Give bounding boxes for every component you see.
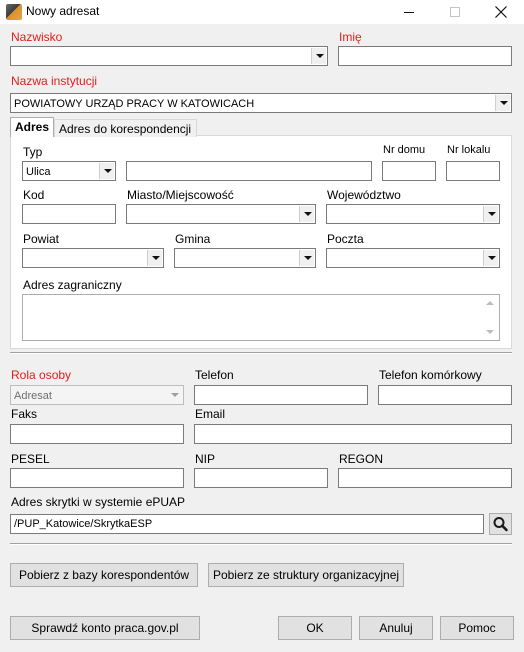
chevron-down-icon[interactable] — [99, 163, 114, 179]
pobierz-ze-struktury-button[interactable]: Pobierz ze struktury organizacyjnej — [208, 563, 404, 587]
typ-label: Typ — [23, 145, 43, 159]
telefon-komorkowy-label: Telefon komórkowy — [379, 368, 482, 382]
kod-label: Kod — [23, 188, 45, 202]
nr-domu-label: Nr domu — [383, 144, 426, 156]
maximize-icon — [450, 7, 460, 17]
powiat-combo[interactable] — [22, 248, 164, 268]
sprawdz-konto-button[interactable]: Sprawdź konto praca.gov.pl — [10, 616, 200, 640]
minimize-icon — [404, 12, 414, 13]
nip-input[interactable] — [194, 468, 328, 488]
faks-input[interactable] — [10, 424, 184, 444]
adres-zagraniczny-label: Adres zagraniczny — [23, 278, 122, 292]
tab-adres-do-korespondencji[interactable]: Adres do korespondencji — [54, 119, 197, 137]
scroll-up-icon[interactable] — [486, 301, 494, 305]
regon-label: REGON — [339, 452, 384, 466]
maximize-button[interactable] — [432, 0, 478, 24]
email-input[interactable] — [194, 424, 512, 444]
nazwisko-combo[interactable] — [10, 46, 328, 66]
adres-zagraniczny-textarea[interactable] — [22, 294, 500, 341]
close-icon — [495, 6, 507, 18]
nr-lokalu-input[interactable] — [446, 161, 500, 181]
separator — [10, 352, 512, 354]
wojewodztwo-label: Województwo — [327, 188, 401, 202]
typ-value: Ulica — [26, 166, 51, 178]
window-title: Nowy adresat — [26, 4, 100, 18]
nazwa-instytucji-value: POWIATOWY URZĄD PRACY W KATOWICACH — [14, 98, 255, 110]
poczta-label: Poczta — [327, 232, 364, 246]
app-icon — [6, 4, 22, 20]
rola-osoby-label: Rola osoby — [11, 368, 72, 382]
search-button[interactable] — [489, 513, 512, 535]
telefon-input[interactable] — [194, 385, 368, 405]
nazwisko-label: Nazwisko — [11, 30, 63, 44]
telefon-label: Telefon — [195, 368, 234, 382]
gmina-combo[interactable] — [174, 248, 316, 268]
minimize-button[interactable] — [386, 0, 432, 24]
pesel-input[interactable] — [10, 468, 184, 488]
faks-label: Faks — [11, 407, 38, 421]
chevron-down-icon[interactable] — [495, 95, 510, 111]
chevron-down-icon[interactable] — [483, 250, 498, 266]
imie-input[interactable] — [338, 46, 512, 66]
email-label: Email — [195, 407, 226, 421]
miasto-label: Miasto/Miejscowość — [127, 188, 234, 202]
typ-combo[interactable]: Ulica — [22, 161, 116, 181]
nip-label: NIP — [195, 452, 216, 466]
pomoc-button[interactable]: Pomoc — [440, 616, 514, 640]
pobierz-z-bazy-button[interactable]: Pobierz z bazy korespondentów — [10, 563, 198, 587]
chevron-down-icon[interactable] — [311, 48, 326, 64]
textarea-scrollbar[interactable] — [482, 296, 498, 339]
regon-input[interactable] — [338, 468, 512, 488]
separator — [10, 543, 512, 545]
search-icon — [493, 517, 508, 532]
poczta-combo[interactable] — [326, 248, 500, 268]
nr-lokalu-label: Nr lokalu — [447, 144, 491, 156]
wojewodztwo-combo[interactable] — [326, 204, 500, 224]
chevron-down-icon[interactable] — [299, 250, 314, 266]
rola-osoby-value: Adresat — [14, 390, 52, 402]
imie-label: Imię — [339, 30, 362, 44]
rola-osoby-combo: Adresat — [10, 385, 184, 405]
kod-input[interactable] — [22, 204, 116, 224]
nazwa-instytucji-combo[interactable]: POWIATOWY URZĄD PRACY W KATOWICACH — [10, 93, 512, 113]
nazwa-instytucji-label: Nazwa instytucji — [11, 74, 98, 88]
chevron-down-icon[interactable] — [147, 250, 162, 266]
gmina-label: Gmina — [175, 232, 211, 246]
ulica-input[interactable] — [126, 161, 372, 181]
anuluj-button[interactable]: Anuluj — [359, 616, 433, 640]
chevron-down-icon[interactable] — [483, 206, 498, 222]
chevron-down-icon[interactable] — [299, 206, 314, 222]
close-button[interactable] — [478, 0, 524, 24]
scroll-down-icon[interactable] — [486, 330, 494, 334]
telefon-komorkowy-input[interactable] — [378, 385, 512, 405]
miasto-combo[interactable] — [126, 204, 316, 224]
pesel-label: PESEL — [11, 452, 50, 466]
adres-skrytki-label: Adres skrytki w systemie ePUAP — [11, 495, 186, 509]
powiat-label: Powiat — [23, 232, 60, 246]
nr-domu-input[interactable] — [382, 161, 436, 181]
tab-adres[interactable]: Adres — [10, 117, 54, 137]
ok-button[interactable]: OK — [278, 616, 352, 640]
chevron-down-icon — [167, 387, 182, 403]
adres-skrytki-input[interactable]: /PUP_Katowice/SkrytkaESP — [10, 514, 484, 534]
